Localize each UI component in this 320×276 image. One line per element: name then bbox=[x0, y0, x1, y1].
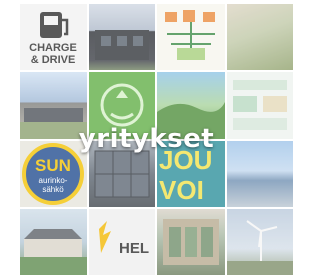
companies-card[interactable]: CHARGE & DRIVE SUN aurinko- sähkö JOU VO… bbox=[0, 0, 293, 276]
category-title[interactable]: yritykset bbox=[0, 124, 293, 154]
